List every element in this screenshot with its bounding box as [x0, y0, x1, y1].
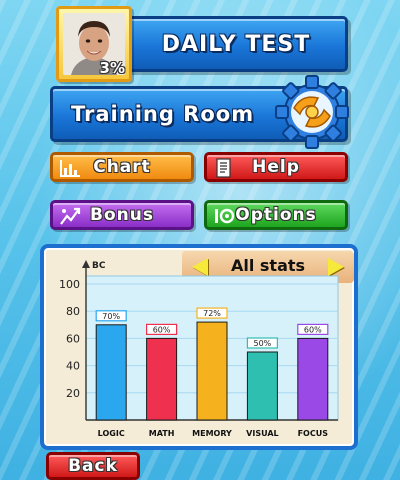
x-tick-label: VISUAL [246, 429, 278, 438]
bonus-icon [60, 207, 81, 225]
daily-test-label: DAILY TEST [161, 31, 311, 57]
stats-bar-chart: 20 40 60 80 100 BC 70% LOGIC 60% MATH 72% MEMORY 50%… [59, 260, 339, 438]
y-tick-label: 100 [59, 278, 80, 291]
y-axis-label: BC [92, 261, 106, 271]
bar-visual [246, 351, 278, 421]
bar-value-label: 60% [304, 325, 322, 334]
y-tick-label: 60 [66, 332, 80, 345]
back-button[interactable]: Back [46, 452, 140, 480]
back-label: Back [68, 456, 118, 476]
bar-focus [297, 337, 329, 421]
gear-icon [275, 75, 349, 149]
bar-value-label: 72% [203, 309, 221, 318]
bonus-label: Bonus [90, 205, 154, 225]
options-label: Options [235, 205, 317, 225]
chart-button[interactable]: Chart [50, 152, 194, 182]
training-room-label: Training Room [71, 102, 255, 126]
bar-math [146, 337, 178, 421]
y-tick-label: 20 [66, 387, 80, 400]
y-axis-arrow-icon [82, 260, 90, 268]
bar-value-label: 50% [254, 339, 272, 348]
bar-value-label: 60% [153, 325, 171, 334]
bar-logic [95, 324, 127, 421]
y-tick-label: 80 [66, 305, 80, 318]
avatar-frame: 3% [56, 6, 132, 82]
x-tick-label: MEMORY [192, 429, 232, 438]
y-tick-label: 40 [66, 360, 80, 373]
options-button[interactable]: Options [204, 200, 348, 230]
x-tick-label: LOGIC [98, 429, 125, 438]
bonus-button[interactable]: Bonus [50, 200, 194, 230]
document-icon [216, 158, 231, 178]
daily-test-button[interactable]: DAILY TEST [124, 16, 348, 72]
help-label: Help [252, 157, 300, 177]
bar-value-label: 70% [102, 312, 120, 321]
x-tick-label: FOCUS [298, 429, 329, 438]
settings-icon [215, 208, 235, 224]
chart-icon [60, 160, 80, 177]
chart-label: Chart [93, 157, 151, 177]
progress-percent: 3% [99, 59, 125, 77]
x-tick-label: MATH [149, 429, 175, 438]
bar-memory [196, 321, 228, 421]
stats-panel: All stats 20 40 60 80 100 BC 70% LOGIC 60% MATH 72… [40, 244, 358, 450]
help-button[interactable]: Help [204, 152, 348, 182]
